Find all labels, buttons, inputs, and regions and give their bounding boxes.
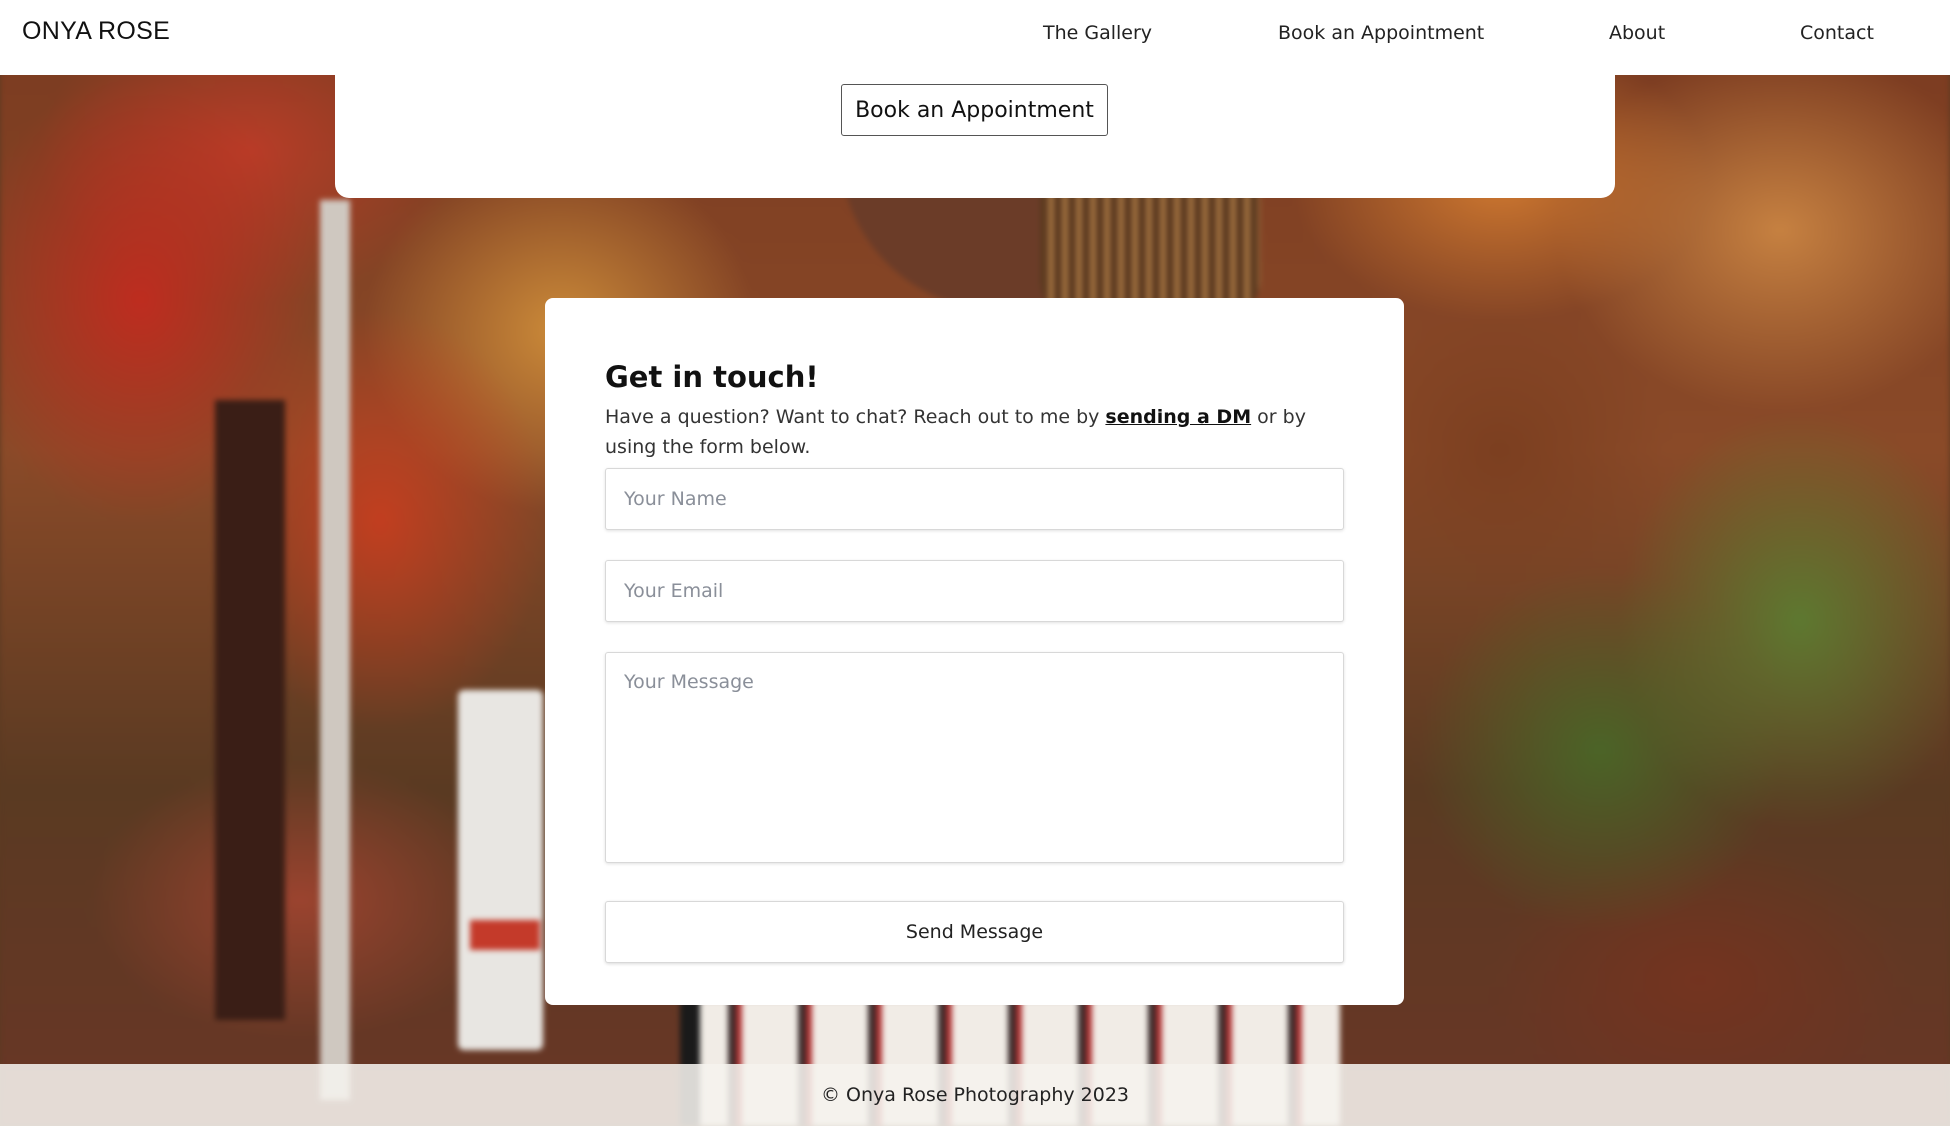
nav-item-contact[interactable]: Contact — [1800, 22, 1874, 44]
contact-card: Get in touch! Have a question? Want to c… — [545, 298, 1404, 1005]
book-appointment-button[interactable]: Book an Appointment — [841, 84, 1108, 136]
site-header: ONYA ROSE The Gallery Book an Appointmen… — [0, 0, 1950, 75]
site-logo[interactable]: ONYA ROSE — [22, 17, 170, 46]
contact-intro: Have a question? Want to chat? Reach out… — [605, 402, 1350, 462]
appointment-card: Book an Appointment — [335, 60, 1615, 198]
nav-item-about[interactable]: About — [1609, 22, 1665, 44]
email-input[interactable] — [605, 560, 1344, 622]
nav-item-gallery[interactable]: The Gallery — [1043, 22, 1152, 44]
name-input[interactable] — [605, 468, 1344, 530]
send-dm-link[interactable]: sending a DM — [1105, 406, 1251, 428]
send-message-button[interactable]: Send Message — [605, 901, 1344, 963]
site-footer: © Onya Rose Photography 2023 — [0, 1064, 1950, 1126]
copyright-text: © Onya Rose Photography 2023 — [820, 1084, 1130, 1106]
contact-intro-before: Have a question? Want to chat? Reach out… — [605, 406, 1106, 428]
nav-item-book-appointment[interactable]: Book an Appointment — [1278, 22, 1484, 44]
message-textarea[interactable] — [605, 652, 1344, 863]
contact-title: Get in touch! — [605, 360, 819, 394]
